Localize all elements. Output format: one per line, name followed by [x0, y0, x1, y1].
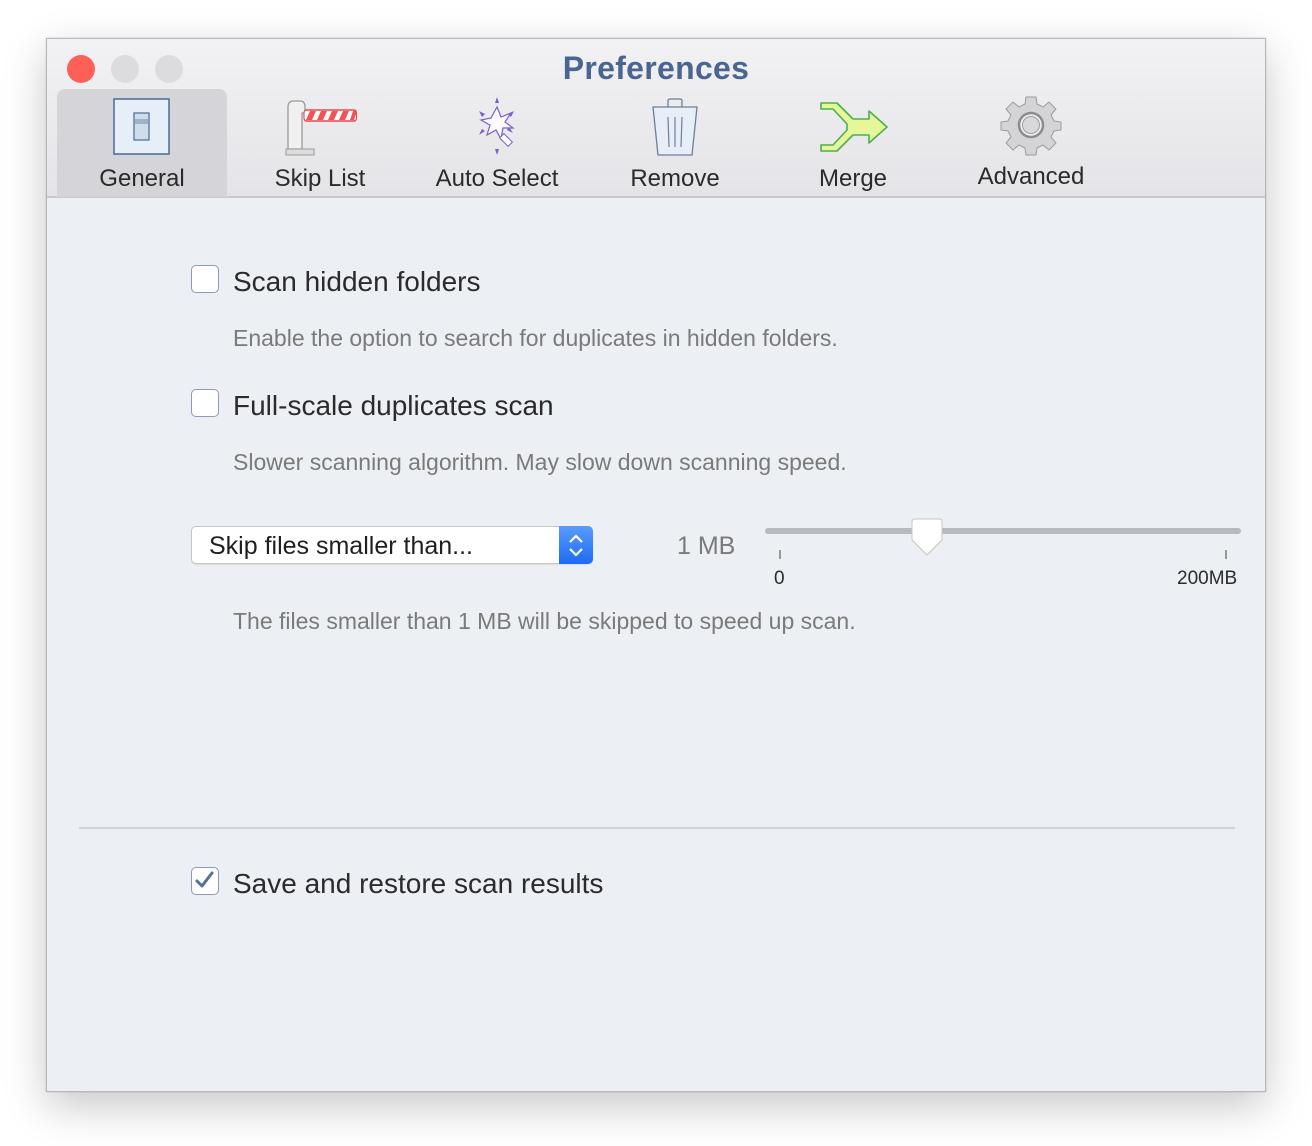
save-restore-label[interactable]: Save and restore scan results	[233, 868, 603, 900]
slider-tick-min	[779, 550, 781, 559]
section-divider	[79, 827, 1235, 829]
tab-label: Advanced	[977, 163, 1085, 190]
general-switch-icon	[113, 98, 170, 155]
select-stepper[interactable]	[559, 526, 593, 564]
tab-label: Remove	[630, 165, 720, 192]
tab-skip-list[interactable]: Skip List	[235, 89, 405, 197]
skip-files-select-value: Skip files smaller than...	[209, 532, 473, 560]
full-scale-scan-description: Slower scanning algorithm. May slow down…	[233, 449, 847, 475]
tab-label: General	[99, 165, 185, 192]
full-scale-scan-label[interactable]: Full-scale duplicates scan	[233, 390, 554, 422]
barrier-gate-icon	[285, 100, 358, 156]
tab-remove[interactable]: Remove	[590, 89, 760, 197]
titlebar: Preferences General Skip List Auto Selec…	[47, 39, 1265, 198]
size-threshold-value: 1 MB	[677, 532, 736, 560]
scan-hidden-folders-label[interactable]: Scan hidden folders	[233, 266, 481, 298]
skip-files-description: The files smaller than 1 MB will be skip…	[233, 608, 856, 634]
slider-tick-max	[1225, 550, 1227, 559]
slider-min-label: 0	[774, 568, 785, 589]
preferences-window: Preferences General Skip List Auto Selec…	[46, 38, 1266, 1092]
window-title: Preferences	[562, 50, 750, 86]
skip-files-select[interactable]: Skip files smaller than...	[191, 526, 593, 564]
tab-label: Auto Select	[435, 165, 559, 192]
scan-hidden-folders-description: Enable the option to search for duplicat…	[233, 325, 838, 351]
tab-general[interactable]: General	[57, 89, 227, 197]
gear-icon	[1000, 96, 1062, 156]
tab-auto-select[interactable]: Auto Select	[412, 89, 582, 197]
save-restore-checkbox[interactable]	[191, 867, 219, 895]
size-slider-thumb[interactable]	[911, 518, 943, 556]
full-scale-scan-checkbox[interactable]	[191, 389, 219, 417]
trash-icon	[652, 98, 698, 156]
tab-merge[interactable]: Merge	[768, 89, 938, 197]
magic-wand-icon	[479, 97, 515, 155]
checkmark-icon	[195, 871, 214, 888]
scan-hidden-folders-checkbox[interactable]	[191, 265, 219, 293]
tab-advanced[interactable]: Advanced	[946, 89, 1116, 197]
tab-label: Merge	[818, 165, 888, 192]
slider-max-label: 200MB	[1177, 568, 1238, 589]
merge-arrow-icon	[820, 102, 888, 152]
tab-label: Skip List	[274, 165, 366, 192]
size-slider-track[interactable]	[765, 528, 1241, 534]
chevron-up-down-icon	[569, 534, 583, 557]
